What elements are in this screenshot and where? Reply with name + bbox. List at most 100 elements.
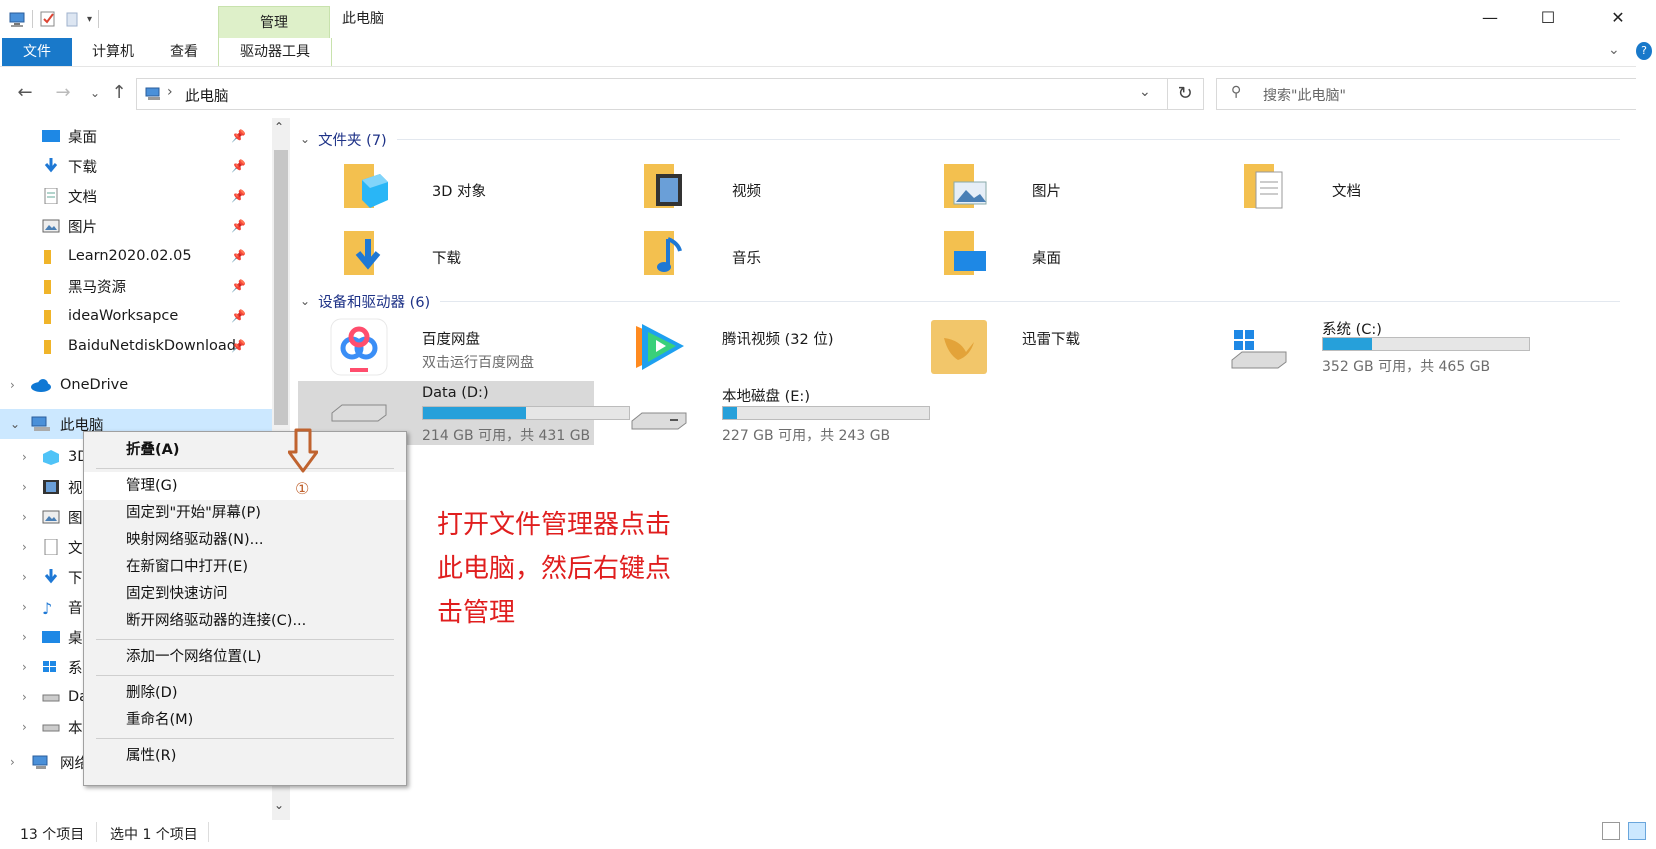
- refresh-icon[interactable]: ↻: [1167, 78, 1204, 110]
- menu-item-map-drive[interactable]: 映射网络驱动器(N)...: [84, 526, 406, 554]
- tab-file[interactable]: 文件: [2, 38, 72, 66]
- pin-icon[interactable]: 📌: [231, 339, 246, 353]
- nav-item-desktop[interactable]: 桌面 📌: [0, 121, 270, 151]
- scroll-up-icon[interactable]: ⌃: [274, 120, 284, 134]
- nav-item-videos[interactable]: › 视: [22, 472, 88, 502]
- breadcrumb-chevron-icon[interactable]: ›: [167, 84, 173, 100]
- menu-item-add-network-location[interactable]: 添加一个网络位置(L): [84, 643, 406, 671]
- device-baidu-netdisk[interactable]: 百度网盘 双击运行百度网盘: [330, 318, 640, 384]
- large-icons-view-icon[interactable]: [1628, 822, 1646, 840]
- device-xunlei[interactable]: 迅雷下载: [930, 318, 1240, 384]
- menu-item-manage[interactable]: 管理(G): [84, 472, 406, 500]
- folder-desktop[interactable]: 桌面: [940, 225, 1230, 291]
- nav-item-system-c[interactable]: › 系: [22, 652, 88, 682]
- back-icon[interactable]: ←: [12, 80, 38, 106]
- ribbon-expand-icon[interactable]: ⌄: [1608, 42, 1620, 58]
- collapse-chevron-icon[interactable]: ⌄: [10, 417, 30, 431]
- content-scrollbar[interactable]: [1636, 66, 1656, 818]
- search-input[interactable]: ⚲ 搜索"此电脑": [1216, 78, 1648, 110]
- menu-item-delete[interactable]: 删除(D): [84, 679, 406, 707]
- pin-icon[interactable]: 📌: [231, 129, 246, 143]
- folder-3d-objects[interactable]: 3D 对象: [340, 158, 630, 224]
- menu-item-pin-start[interactable]: 固定到"开始"屏幕(P): [84, 499, 406, 527]
- folder-pictures[interactable]: 图片: [940, 158, 1230, 224]
- expand-chevron-icon[interactable]: ›: [22, 480, 42, 494]
- pin-icon[interactable]: 📌: [231, 249, 246, 263]
- nav-item-documents-pc[interactable]: › 文: [22, 532, 88, 562]
- tab-computer[interactable]: 计算机: [80, 38, 146, 66]
- nav-item-heima[interactable]: 黑马资源 📌: [0, 271, 270, 301]
- pin-icon[interactable]: 📌: [231, 279, 246, 293]
- drive-system-c[interactable]: 系统 (C:) 352 GB 可用，共 465 GB: [1230, 318, 1540, 384]
- nav-item-music[interactable]: › ♪ 音: [22, 592, 88, 622]
- address-bar[interactable]: › 此电脑 ⌄: [136, 78, 1168, 110]
- properties-icon[interactable]: [39, 10, 57, 28]
- folder-music[interactable]: 音乐: [640, 225, 930, 291]
- expand-chevron-icon[interactable]: ›: [22, 450, 42, 464]
- expand-chevron-icon[interactable]: ›: [22, 570, 42, 584]
- expand-chevron-icon[interactable]: ›: [22, 660, 42, 674]
- folder-downloads[interactable]: 下载: [340, 225, 630, 291]
- nav-item-data-d[interactable]: › Da: [22, 682, 88, 712]
- details-view-icon[interactable]: [1602, 822, 1620, 840]
- pin-icon[interactable]: 📌: [231, 189, 246, 203]
- folder-documents[interactable]: 文档: [1240, 158, 1530, 224]
- help-icon[interactable]: ?: [1636, 42, 1652, 60]
- up-icon[interactable]: ↑: [106, 80, 132, 106]
- nav-item-pictures-pc[interactable]: › 图: [22, 502, 88, 532]
- device-tencent-video[interactable]: 腾讯视频 (32 位): [630, 318, 940, 384]
- nav-item-onedrive[interactable]: › OneDrive: [0, 370, 270, 400]
- expand-chevron-icon[interactable]: ›: [22, 690, 42, 704]
- folders-group-header[interactable]: ⌄ 文件夹 (7): [300, 126, 1620, 152]
- nav-item-local-e[interactable]: › 本: [22, 712, 88, 742]
- nav-item-idea[interactable]: ideaWorksapce 📌: [0, 301, 270, 331]
- pin-icon[interactable]: 📌: [231, 159, 246, 173]
- drive-local-e[interactable]: 本地磁盘 (E:) 227 GB 可用，共 243 GB: [630, 383, 940, 449]
- nav-item-baidu-download[interactable]: BaiduNetdiskDownload 📌: [0, 331, 270, 361]
- nav-item-desktop-pc[interactable]: › 桌: [22, 622, 88, 652]
- minimize-button[interactable]: —: [1462, 0, 1518, 36]
- windows-drive-icon: [42, 659, 60, 675]
- new-folder-icon[interactable]: [63, 10, 81, 28]
- nav-item-downloads[interactable]: 下载 📌: [0, 151, 270, 181]
- address-dropdown-icon[interactable]: ⌄: [1139, 84, 1151, 100]
- menu-item-disconnect-drive[interactable]: 断开网络驱动器的连接(C)...: [84, 607, 406, 635]
- manage-context-tab[interactable]: 管理: [218, 6, 330, 39]
- drive-free-space: 227 GB 可用，共 243 GB: [722, 428, 891, 444]
- tab-view[interactable]: 查看: [154, 38, 214, 66]
- menu-item-open-new-window[interactable]: 在新窗口中打开(E): [84, 553, 406, 581]
- breadcrumb-this-pc[interactable]: 此电脑: [185, 85, 229, 106]
- collapse-chevron-icon[interactable]: ⌄: [300, 294, 310, 308]
- menu-item-rename[interactable]: 重命名(M): [84, 706, 406, 734]
- recent-locations-icon[interactable]: ⌄: [82, 80, 108, 106]
- expand-chevron-icon[interactable]: ›: [22, 720, 42, 734]
- maximize-button[interactable]: ☐: [1520, 0, 1576, 36]
- forward-icon[interactable]: →: [50, 80, 76, 106]
- menu-item-properties[interactable]: 属性(R): [84, 742, 406, 770]
- pin-icon[interactable]: 📌: [231, 219, 246, 233]
- nav-item-learn[interactable]: Learn2020.02.05 📌: [0, 241, 270, 271]
- tab-drive-tools[interactable]: 驱动器工具: [218, 38, 332, 66]
- menu-item-pin-quick-access[interactable]: 固定到快速访问: [84, 580, 406, 608]
- expand-chevron-icon[interactable]: ›: [10, 378, 30, 392]
- expand-chevron-icon[interactable]: ›: [22, 630, 42, 644]
- nav-scrollbar-thumb[interactable]: [274, 150, 288, 425]
- expand-chevron-icon[interactable]: ›: [22, 540, 42, 554]
- scroll-down-icon[interactable]: ⌄: [274, 798, 284, 812]
- collapse-chevron-icon[interactable]: ⌄: [300, 132, 310, 146]
- menu-item-collapse[interactable]: 折叠(A): [84, 436, 406, 464]
- expand-chevron-icon[interactable]: ›: [10, 755, 30, 769]
- customize-qat-icon[interactable]: ▾: [87, 14, 92, 25]
- nav-item-downloads-pc[interactable]: › 下: [22, 562, 88, 592]
- nav-item-pictures[interactable]: 图片 📌: [0, 211, 270, 241]
- close-button[interactable]: ✕: [1590, 0, 1646, 36]
- folder-videos[interactable]: 视频: [640, 158, 930, 224]
- pin-icon[interactable]: 📌: [231, 309, 246, 323]
- nav-item-documents[interactable]: 文档 📌: [0, 181, 270, 211]
- nav-item-label: 桌面: [68, 129, 97, 146]
- devices-group-header[interactable]: ⌄ 设备和驱动器 (6): [300, 288, 1620, 314]
- expand-chevron-icon[interactable]: ›: [22, 510, 42, 524]
- nav-item-3d[interactable]: › 3D: [22, 442, 88, 472]
- expand-chevron-icon[interactable]: ›: [22, 600, 42, 614]
- computer-icon[interactable]: [8, 10, 26, 28]
